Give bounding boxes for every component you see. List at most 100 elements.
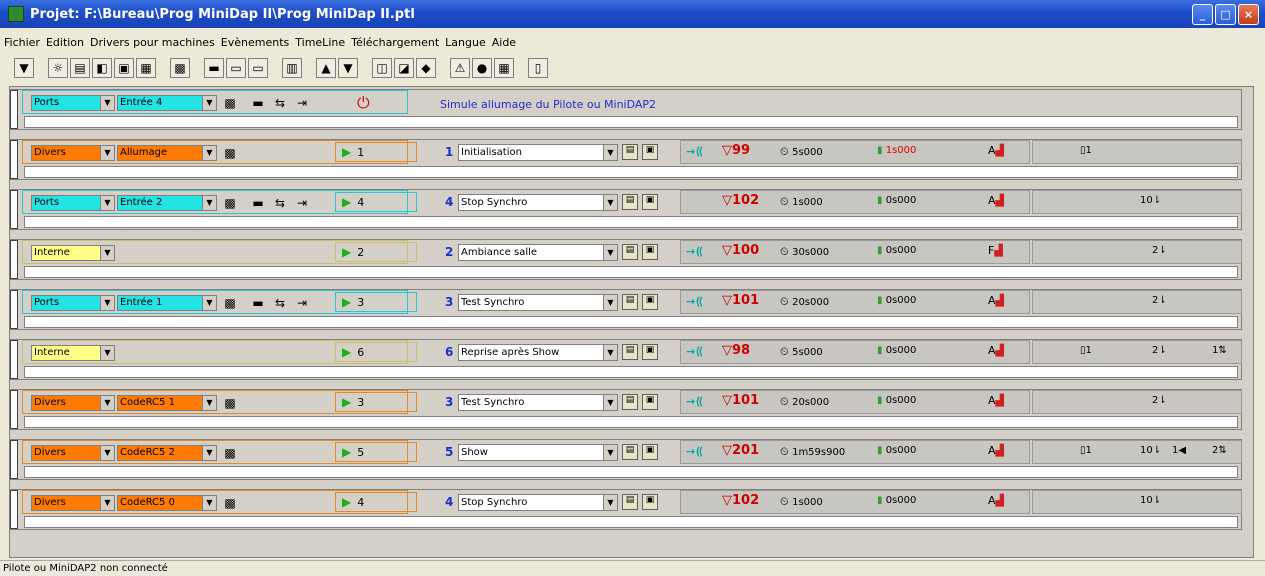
upload-icon[interactable]: ▲	[316, 58, 336, 78]
trigger-box[interactable]: ▶ 3	[335, 292, 417, 312]
scene-view-icon[interactable]: ▣	[642, 244, 658, 260]
chevron-down-icon[interactable]: ▼	[202, 196, 216, 210]
save-icon[interactable]: ▣	[114, 58, 134, 78]
scene-select[interactable]: Stop Synchro ▼	[458, 494, 618, 511]
scene-edit-icon[interactable]: ▤	[622, 494, 638, 510]
scene-edit-icon[interactable]: ▤	[622, 194, 638, 210]
row-grip[interactable]	[10, 140, 18, 179]
row-grip[interactable]	[10, 340, 18, 379]
chevron-down-icon[interactable]: ▼	[100, 196, 114, 210]
scene-select[interactable]: Show ▼	[458, 444, 618, 461]
row-grip[interactable]	[10, 90, 18, 129]
menu-item[interactable]: Aide	[492, 36, 516, 49]
chevron-down-icon[interactable]: ▼	[603, 395, 617, 410]
chevron-down-icon[interactable]: ▼	[100, 246, 114, 260]
source-select[interactable]: Ports ▼	[31, 95, 115, 111]
link-arrow-icon[interactable]: →⟪	[686, 345, 703, 358]
timeline-icon[interactable]: ▥	[282, 58, 302, 78]
scene-select[interactable]: Ambiance salle ▼	[458, 244, 618, 261]
chevron-down-icon[interactable]: ▼	[100, 146, 114, 160]
scene-view-icon[interactable]: ▣	[642, 394, 658, 410]
source-select[interactable]: Divers ▼	[31, 445, 115, 461]
chevron-down-icon[interactable]: ▼	[603, 245, 617, 260]
scene-view-icon[interactable]: ▣	[642, 494, 658, 510]
source-select[interactable]: Ports ▼	[31, 195, 115, 211]
source-select[interactable]: Interne ▼	[31, 345, 115, 361]
new-file-icon[interactable]: ☼	[48, 58, 68, 78]
row-grip[interactable]	[10, 390, 18, 429]
port-disabled-icon[interactable]: ▭	[226, 58, 246, 78]
chevron-down-icon[interactable]: ▼	[100, 496, 114, 510]
trigger-box[interactable]: ▶ 2	[335, 242, 417, 262]
menu-item[interactable]: Evènements	[221, 36, 289, 49]
copy-icon[interactable]: ◫	[372, 58, 392, 78]
scene-view-icon[interactable]: ▣	[642, 194, 658, 210]
chevron-down-icon[interactable]: ▼	[100, 396, 114, 410]
driver-icon[interactable]: ▩	[221, 95, 239, 111]
warning-icon[interactable]: ⚠	[450, 58, 470, 78]
scene-select[interactable]: Test Synchro ▼	[458, 394, 618, 411]
open-folder-icon[interactable]: ▤	[70, 58, 90, 78]
scene-edit-icon[interactable]: ▤	[622, 144, 638, 160]
menu-item[interactable]: Edition	[46, 36, 84, 49]
globe-icon[interactable]: ●	[472, 58, 492, 78]
maximize-button[interactable]: □	[1215, 4, 1236, 25]
scene-edit-icon[interactable]: ▤	[622, 294, 638, 310]
driver-icon[interactable]: ▩	[221, 295, 239, 311]
trigger-box[interactable]: ▶ 5	[335, 442, 417, 462]
tag-icon[interactable]: ◆	[416, 58, 436, 78]
chevron-down-icon[interactable]: ▼	[100, 296, 114, 310]
help-book-icon[interactable]: ▯	[528, 58, 548, 78]
scene-select[interactable]: Stop Synchro ▼	[458, 194, 618, 211]
row-grip[interactable]	[10, 190, 18, 229]
chevron-down-icon[interactable]: ▼	[202, 296, 216, 310]
chevron-down-icon[interactable]: ▼	[202, 446, 216, 460]
row-grip[interactable]	[10, 240, 18, 279]
scene-edit-icon[interactable]: ▤	[622, 344, 638, 360]
download-icon[interactable]: ▼	[338, 58, 358, 78]
channel-select[interactable]: Entrée 2 ▼	[117, 195, 217, 211]
scene-select[interactable]: Initialisation ▼	[458, 144, 618, 161]
link-arrow-icon[interactable]: →⟪	[686, 145, 703, 158]
trigger-box[interactable]: ▶ 1	[335, 142, 417, 162]
channel-select[interactable]: CodeRC5 1 ▼	[117, 395, 217, 411]
menu-item[interactable]: Drivers pour machines	[90, 36, 215, 49]
channel-select[interactable]: CodeRC5 2 ▼	[117, 445, 217, 461]
scene-select[interactable]: Test Synchro ▼	[458, 294, 618, 311]
chevron-down-icon[interactable]: ▼	[603, 445, 617, 460]
chevron-down-icon[interactable]: ▼	[603, 195, 617, 210]
menu-item[interactable]: Langue	[445, 36, 486, 49]
chevron-down-icon[interactable]: ▼	[100, 446, 114, 460]
chevron-down-icon[interactable]: ▼	[202, 496, 216, 510]
scene-select[interactable]: Reprise après Show ▼	[458, 344, 618, 361]
chevron-down-icon[interactable]: ▼	[603, 145, 617, 160]
link-arrow-icon[interactable]: →⟪	[686, 445, 703, 458]
scene-view-icon[interactable]: ▣	[642, 144, 658, 160]
chevron-down-icon[interactable]: ▼	[603, 495, 617, 510]
driver-icon[interactable]: ▩	[221, 195, 239, 211]
chevron-down-icon[interactable]: ▼	[202, 146, 216, 160]
link-arrow-icon[interactable]: →⟪	[686, 395, 703, 408]
trigger-box[interactable]: ▶ 6	[335, 342, 417, 362]
import-icon[interactable]: ◧	[92, 58, 112, 78]
chevron-down-icon[interactable]: ▼	[100, 346, 114, 360]
minimize-button[interactable]: _	[1192, 4, 1213, 25]
source-select[interactable]: Ports ▼	[31, 295, 115, 311]
scene-view-icon[interactable]: ▣	[642, 344, 658, 360]
driver-icon[interactable]: ▩	[221, 145, 239, 161]
source-select[interactable]: Divers ▼	[31, 145, 115, 161]
chevron-down-icon[interactable]: ▼	[603, 345, 617, 360]
scene-view-icon[interactable]: ▣	[642, 294, 658, 310]
channel-select[interactable]: Entrée 1 ▼	[117, 295, 217, 311]
channel-select[interactable]: CodeRC5 0 ▼	[117, 495, 217, 511]
source-select[interactable]: Divers ▼	[31, 495, 115, 511]
port-icon[interactable]: ▬	[204, 58, 224, 78]
row-grip[interactable]	[10, 490, 18, 529]
source-select[interactable]: Interne ▼	[31, 245, 115, 261]
driver-icon[interactable]: ▩	[170, 58, 190, 78]
driver-icon[interactable]: ▩	[221, 495, 239, 511]
scene-edit-icon[interactable]: ▤	[622, 444, 638, 460]
link-arrow-icon[interactable]: →⟪	[686, 245, 703, 258]
trigger-box[interactable]: ▶ 4	[335, 492, 417, 512]
row-grip[interactable]	[10, 290, 18, 329]
